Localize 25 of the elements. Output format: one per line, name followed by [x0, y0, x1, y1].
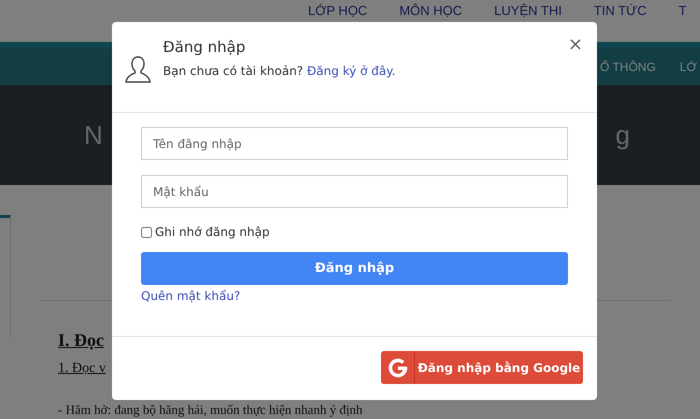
- dialog-title: Đăng nhập: [163, 38, 246, 56]
- nav-link[interactable]: LỚ: [680, 60, 697, 74]
- nav-link[interactable]: MÔN HỌC: [399, 3, 462, 18]
- nav-link[interactable]: LỚP HỌC: [308, 3, 368, 18]
- remember-checkbox[interactable]: [141, 226, 152, 238]
- checkbox-label: Ghi nhớ đăng nhập: [155, 225, 270, 239]
- subsection-heading: 1. Đọc v: [58, 361, 106, 377]
- google-login-button[interactable]: Đăng nhập bằng Google: [381, 351, 583, 384]
- close-button[interactable]: ×: [568, 36, 583, 54]
- nav-link[interactable]: LUYỆN THI: [494, 3, 562, 18]
- banner-title: g: [616, 120, 630, 150]
- section-heading: I. Đọc: [58, 329, 104, 351]
- nav-link[interactable]: TIN TỨC: [594, 3, 647, 18]
- google-icon: [386, 356, 408, 378]
- banner-title: N: [84, 120, 103, 150]
- input-field[interactable]: Tên đăng nhập: [141, 127, 568, 160]
- register-link[interactable]: Đăng ký ở đây.: [307, 64, 396, 78]
- login-button[interactable]: Đăng nhập: [141, 252, 568, 285]
- signup-prompt: Bạn chưa có tài khoản?: [163, 64, 304, 78]
- user-icon: [125, 56, 151, 83]
- input-field[interactable]: Mật khẩu: [141, 175, 568, 208]
- forgot-password-link[interactable]: Quên mật khẩu?: [141, 289, 240, 303]
- nav-link[interactable]: T: [678, 3, 687, 18]
- nav-link[interactable]: Ổ THÔNG: [600, 60, 656, 74]
- body-text: - Hăm hở: đang bộ hăng hái, muốn thực hiện nhanh ý định: [58, 402, 363, 417]
